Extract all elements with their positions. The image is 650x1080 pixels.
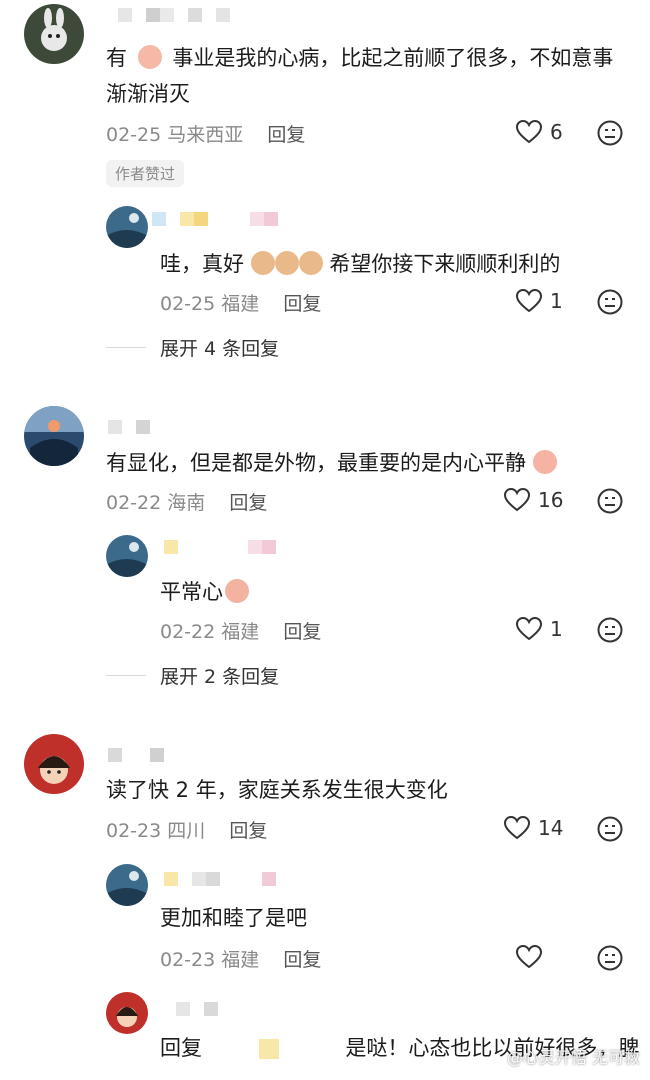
reply-text: 平常心 [160, 574, 249, 610]
cat-face-icon [250, 251, 275, 275]
praying-hands-icon [532, 450, 557, 474]
avatar[interactable] [106, 206, 148, 248]
avatar[interactable] [106, 992, 148, 1034]
neutral-face-icon [597, 945, 623, 971]
reply-button[interactable]: 回复 [229, 820, 267, 842]
reply-button[interactable]: 回复 [229, 492, 267, 514]
comment-text: 读了快 2 年，家庭关系发生很大变化 [106, 778, 448, 802]
reply-button[interactable]: 回复 [283, 949, 321, 971]
like-button[interactable]: 16 [504, 488, 563, 512]
heart-outline-icon [516, 120, 542, 144]
like-count: 1 [550, 617, 563, 641]
reply-meta: 02-23 福建 回复 [160, 949, 322, 971]
username-mosaic[interactable] [164, 872, 276, 886]
cat-face-icon [274, 251, 299, 275]
comment-text: 有 事业是我的心病，比起之前顺了很多，不如意事渐渐消灭 [106, 45, 614, 106]
username-mosaic[interactable] [118, 8, 230, 22]
watermark: @心灵开悟 无可救 [506, 1048, 640, 1067]
dislike-button[interactable] [597, 617, 623, 647]
reply-meta: 02-22 福建 回复 [160, 621, 322, 643]
comment-meta: 02-23 四川 回复 [106, 820, 268, 842]
heart-outline-icon [504, 488, 530, 512]
cat-face-icon [298, 251, 323, 275]
dislike-button[interactable] [597, 945, 623, 975]
divider [106, 347, 146, 348]
reply-text: 哇，真好 希望你接下来顺顺利利的 [160, 251, 561, 276]
like-count: 1 [550, 289, 563, 313]
expand-replies-button[interactable]: 展开 2 条回复 [106, 662, 279, 689]
neutral-face-icon [597, 617, 623, 643]
like-count: 14 [538, 816, 564, 840]
comment-text: 有显化，但是都是外物，最重要的是内心平静 [106, 445, 557, 481]
reply-button[interactable]: 回复 [267, 124, 305, 146]
avatar[interactable] [24, 4, 84, 64]
username-mosaic [258, 1039, 279, 1059]
username-mosaic[interactable] [164, 540, 276, 554]
comment-meta: 02-25 马来西亚 回复 [106, 124, 306, 146]
neutral-face-icon [597, 488, 623, 514]
like-button[interactable]: 6 [516, 120, 563, 144]
like-button[interactable]: 1 [516, 289, 563, 313]
reply-button[interactable]: 回复 [283, 293, 321, 315]
like-count: 16 [538, 488, 564, 512]
avatar[interactable] [106, 864, 148, 906]
reply-button[interactable]: 回复 [283, 621, 321, 643]
username-mosaic[interactable] [108, 420, 150, 434]
expand-replies-button[interactable]: 展开 4 条回复 [106, 334, 279, 361]
heart-outline-icon [516, 289, 542, 313]
heart-outline-icon [516, 617, 542, 641]
reply-to-label: 回复 [160, 1036, 202, 1060]
peach-face-icon [137, 45, 162, 69]
dislike-button[interactable] [597, 488, 623, 518]
like-button[interactable] [516, 945, 550, 969]
username-mosaic[interactable] [152, 212, 278, 226]
avatar[interactable] [106, 535, 148, 577]
dislike-button[interactable] [597, 120, 623, 150]
neutral-face-icon [597, 816, 623, 842]
avatar[interactable] [24, 734, 84, 794]
neutral-face-icon [597, 289, 623, 315]
reply-meta: 02-25 福建 回复 [160, 293, 322, 315]
username-mosaic[interactable] [108, 748, 164, 762]
dislike-button[interactable] [597, 816, 623, 846]
reply-text: 更加和睦了是吧 [160, 906, 307, 930]
divider [106, 675, 146, 676]
like-button[interactable]: 1 [516, 617, 563, 641]
heart-outline-icon [516, 945, 542, 969]
like-count: 6 [550, 120, 563, 144]
author-liked-badge: 作者赞过 [106, 160, 185, 187]
avatar[interactable] [24, 406, 84, 466]
comment-meta: 02-22 海南 回复 [106, 492, 268, 514]
heart-outline-icon [504, 816, 530, 840]
dislike-button[interactable] [597, 289, 623, 319]
username-mosaic[interactable] [176, 1002, 218, 1016]
thumbs-up-icon [225, 579, 249, 603]
neutral-face-icon [597, 120, 623, 146]
like-button[interactable]: 14 [504, 816, 563, 840]
